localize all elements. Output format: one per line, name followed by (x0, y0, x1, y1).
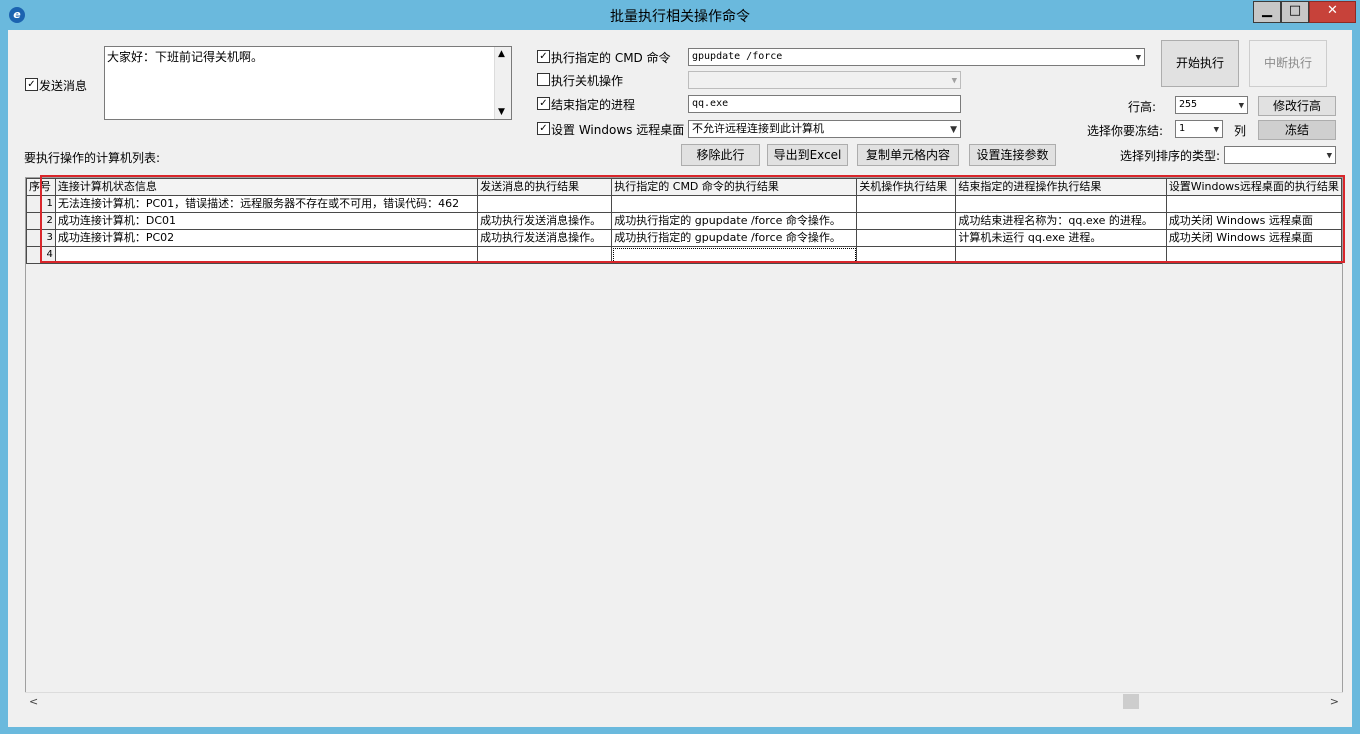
table-cell[interactable] (611, 246, 858, 264)
results-table: 序号 连接计算机状态信息 发送消息的执行结果 执行指定的 CMD 命令的执行结果… (26, 178, 1342, 264)
freeze-unit-label: 列 (1234, 124, 1247, 138)
stop-button[interactable]: 中断执行 (1249, 40, 1327, 87)
table-cell[interactable]: 成功关闭 Windows 远程桌面 (1165, 212, 1342, 230)
row-height-value: 255 (1179, 99, 1198, 110)
column-header[interactable]: 序号 (26, 178, 56, 196)
maximize-button[interactable]: □ (1281, 1, 1309, 23)
table-row[interactable]: 3 成功连接计算机：PC02 成功执行发送消息操作。 成功执行指定的 gpupd… (26, 229, 1342, 247)
scroll-left-icon[interactable]: < (29, 695, 38, 708)
shutdown-checkbox[interactable] (537, 73, 550, 86)
chevron-down-icon: ▼ (950, 125, 957, 135)
remote-desktop-label: 设置 Windows 远程桌面 (551, 123, 685, 137)
table-cell[interactable] (955, 246, 1167, 264)
column-header[interactable]: 发送消息的执行结果 (477, 178, 613, 196)
chevron-down-icon: ▼ (1135, 53, 1141, 63)
shutdown-combobox[interactable]: ▼ (688, 71, 961, 89)
copy-cell-button[interactable]: 复制单元格内容 (857, 144, 959, 166)
main-window: e 批量执行相关操作命令 ▁ □ ✕ ✓ 发送消息 大家好：下班前记得关机啊。 … (0, 0, 1360, 734)
table-cell[interactable] (477, 195, 613, 213)
sort-type-label: 选择列排序的类型: (1120, 149, 1221, 163)
message-textarea[interactable]: 大家好：下班前记得关机啊。 ▲ ▼ (104, 46, 512, 120)
computer-list-label: 要执行操作的计算机列表: (24, 151, 161, 165)
column-header[interactable]: 执行指定的 CMD 命令的执行结果 (611, 178, 858, 196)
row-number[interactable]: 4 (26, 246, 56, 264)
message-text: 大家好：下班前记得关机啊。 (107, 50, 264, 64)
shutdown-label: 执行关机操作 (551, 74, 624, 88)
freeze-value: 1 (1179, 123, 1186, 134)
scroll-thumb[interactable] (1123, 694, 1139, 709)
remote-desktop-checkbox[interactable]: ✓ (537, 122, 550, 135)
table-cell[interactable] (856, 212, 957, 230)
chevron-down-icon: ▼ (1213, 125, 1219, 135)
sort-type-combobox[interactable]: ▼ (1224, 146, 1336, 164)
table-cell[interactable]: 成功执行指定的 gpupdate /force 命令操作。 (611, 229, 858, 247)
chevron-down-icon: ▼ (1326, 151, 1332, 161)
table-cell[interactable] (477, 246, 613, 264)
table-cell[interactable] (1165, 195, 1342, 213)
table-cell[interactable]: 成功连接计算机：PC02 (54, 229, 479, 247)
table-cell[interactable] (856, 229, 957, 247)
freeze-button[interactable]: 冻结 (1258, 120, 1336, 140)
table-cell[interactable]: 无法连接计算机：PC01，错误描述：远程服务器不存在或不可用，错误代码：462 (54, 195, 479, 213)
table-cell[interactable]: 成功执行发送消息操作。 (477, 229, 613, 247)
computer-grid[interactable]: 序号 连接计算机状态信息 发送消息的执行结果 执行指定的 CMD 命令的执行结果… (25, 177, 1343, 711)
table-cell[interactable] (1165, 246, 1342, 264)
send-message-checkbox[interactable]: ✓ (25, 78, 38, 91)
cmd-label: 执行指定的 CMD 命令 (551, 51, 671, 65)
cmd-checkbox[interactable]: ✓ (537, 50, 550, 63)
table-cell[interactable]: 计算机未运行 qq.exe 进程。 (955, 229, 1167, 247)
window-title: 批量执行相关操作命令 (610, 9, 750, 25)
table-header-row: 序号 连接计算机状态信息 发送消息的执行结果 执行指定的 CMD 命令的执行结果… (26, 178, 1342, 196)
table-cell[interactable] (611, 195, 858, 213)
kill-process-checkbox[interactable]: ✓ (537, 97, 550, 110)
freeze-column-combobox[interactable]: 1 ▼ (1175, 120, 1223, 138)
client-area: ✓ 发送消息 大家好：下班前记得关机啊。 ▲ ▼ ✓ 执行指定的 CMD 命令 … (8, 30, 1352, 727)
minimize-button[interactable]: ▁ (1253, 1, 1281, 23)
table-cell[interactable]: 成功执行发送消息操作。 (477, 212, 613, 230)
table-row[interactable]: 4 (26, 246, 1342, 264)
remote-desktop-value: 不允许远程连接到此计算机 (692, 122, 824, 135)
remote-desktop-combobox[interactable]: 不允许远程连接到此计算机 ▼ (688, 120, 961, 138)
start-button[interactable]: 开始执行 (1161, 40, 1239, 87)
row-number[interactable]: 1 (26, 195, 56, 213)
table-cell[interactable] (955, 195, 1167, 213)
row-height-label: 行高: (1128, 100, 1157, 114)
chevron-down-icon: ▼ (1238, 101, 1244, 111)
row-number[interactable]: 3 (26, 229, 56, 247)
modify-row-height-button[interactable]: 修改行高 (1258, 96, 1336, 116)
scroll-right-icon[interactable]: > (1330, 695, 1339, 708)
send-message-label: 发送消息 (39, 79, 88, 93)
column-header[interactable]: 连接计算机状态信息 (54, 178, 479, 196)
scroll-up-icon[interactable]: ▲ (498, 49, 505, 59)
column-header[interactable]: 结束指定的进程操作执行结果 (955, 178, 1167, 196)
close-button[interactable]: ✕ (1309, 1, 1356, 23)
column-header[interactable]: 关机操作执行结果 (856, 178, 957, 196)
kill-process-label: 结束指定的进程 (551, 98, 636, 112)
remove-row-button[interactable]: 移除此行 (681, 144, 760, 166)
table-cell[interactable]: 成功结束进程名称为：qq.exe 的进程。 (955, 212, 1167, 230)
table-cell[interactable] (54, 246, 479, 264)
table-cell[interactable]: 成功执行指定的 gpupdate /force 命令操作。 (611, 212, 858, 230)
connection-params-button[interactable]: 设置连接参数 (969, 144, 1056, 166)
grid-horizontal-scrollbar[interactable]: < > (25, 692, 1343, 711)
scroll-down-icon[interactable]: ▼ (498, 107, 505, 117)
table-cell[interactable]: 成功关闭 Windows 远程桌面 (1165, 229, 1342, 247)
table-row[interactable]: 2 成功连接计算机：DC01 成功执行发送消息操作。 成功执行指定的 gpupd… (26, 212, 1342, 230)
chevron-down-icon: ▼ (951, 76, 957, 86)
table-cell[interactable]: 成功连接计算机：DC01 (54, 212, 479, 230)
table-row[interactable]: 1 无法连接计算机：PC01，错误描述：远程服务器不存在或不可用，错误代码：46… (26, 195, 1342, 213)
column-header[interactable]: 设置Windows远程桌面的执行结果 (1165, 178, 1342, 196)
export-excel-button[interactable]: 导出到Excel (767, 144, 848, 166)
title-bar[interactable]: e 批量执行相关操作命令 ▁ □ ✕ (0, 0, 1360, 30)
table-cell[interactable] (856, 195, 957, 213)
freeze-label: 选择你要冻结: (1087, 124, 1164, 138)
row-number[interactable]: 2 (26, 212, 56, 230)
cmd-value: gpupdate /force (692, 51, 783, 62)
cmd-combobox[interactable]: gpupdate /force ▼ (688, 48, 1145, 66)
message-scrollbar[interactable]: ▲ ▼ (494, 47, 511, 119)
table-cell[interactable] (856, 246, 957, 264)
row-height-combobox[interactable]: 255 ▼ (1175, 96, 1248, 114)
process-name-input[interactable]: qq.exe (688, 95, 961, 113)
